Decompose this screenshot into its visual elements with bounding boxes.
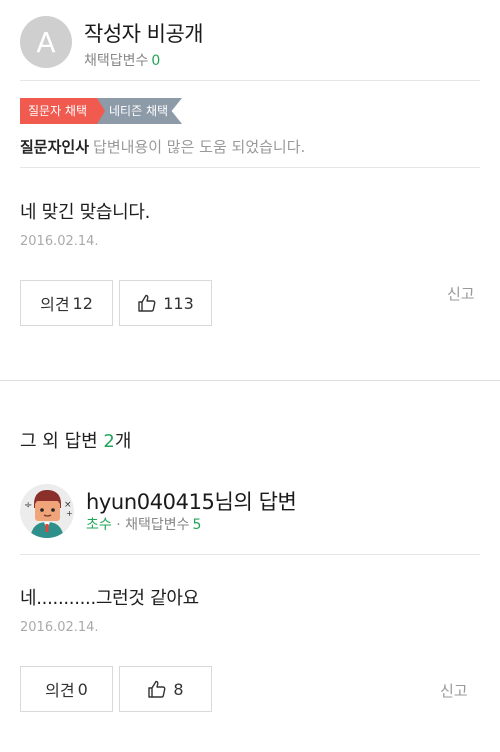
asker-choice-badge: 질문자 채택 <box>20 98 106 124</box>
report-link[interactable]: 신고 <box>447 283 475 304</box>
divider <box>20 554 480 555</box>
svg-text:÷: ÷ <box>24 500 32 511</box>
other-answers-suffix: 개 <box>114 431 132 452</box>
selected-answers-count: 0 <box>151 53 161 69</box>
meta-separator: · <box>116 517 121 533</box>
opinion-label: 의견 <box>40 295 70 314</box>
answer-body: 네 맞긴 맞습니다. <box>20 202 151 223</box>
user-character-icon: ÷ × + <box>20 484 74 538</box>
author-name[interactable]: hyun040415님의 답변 <box>86 486 297 516</box>
opinion-label: 의견 <box>45 681 75 700</box>
other-answers-title: 그 외 답변 2개 <box>20 427 131 453</box>
divider <box>20 167 480 168</box>
thanks-label: 질문자인사 <box>20 138 90 156</box>
selected-answers-count: 5 <box>192 517 202 533</box>
thumbs-up-icon <box>138 294 156 312</box>
other-answers-count: 2 <box>103 431 115 452</box>
adoption-badges: 질문자 채택 네티즌 채택 <box>20 98 183 124</box>
asker-thanks: 질문자인사 답변내용이 많은 도움 되었습니다. <box>20 136 305 157</box>
netizen-choice-badge: 네티즌 채택 <box>95 98 183 124</box>
opinion-count: 0 <box>77 679 88 699</box>
avatar: ÷ × + <box>20 484 74 538</box>
other-answers-label: 그 외 답변 <box>20 431 98 452</box>
author-name: 작성자 비공개 <box>84 22 204 46</box>
section-divider <box>0 380 500 381</box>
opinion-button[interactable]: 의견 0 <box>20 666 113 712</box>
report-link[interactable]: 신고 <box>440 680 468 701</box>
author-meta: 초수 · 채택답변수 5 <box>86 514 201 534</box>
like-count: 113 <box>163 293 194 313</box>
thumbs-up-icon <box>148 680 166 698</box>
like-button[interactable]: 113 <box>119 280 212 326</box>
avatar-letter-icon: A <box>36 26 55 59</box>
avatar: A <box>20 16 72 68</box>
like-count: 8 <box>173 679 184 699</box>
answer-date: 2016.02.14. <box>20 620 99 635</box>
opinion-button[interactable]: 의견 12 <box>20 280 113 326</box>
selected-answers-label: 채택답변수 <box>84 53 149 69</box>
author-meta: 채택답변수 0 <box>84 50 160 70</box>
selected-answers-label: 채택답변수 <box>125 517 190 533</box>
like-button[interactable]: 8 <box>119 666 212 712</box>
thanks-message: 답변내용이 많은 도움 되었습니다. <box>93 138 306 156</box>
svg-text:A: A <box>36 26 55 59</box>
answer-body: 네...........그런것 같아요 <box>20 588 199 609</box>
svg-text:+: + <box>66 509 73 518</box>
author-rank: 초수 <box>86 517 112 533</box>
opinion-count: 12 <box>72 293 93 313</box>
answer-date: 2016.02.14. <box>20 234 99 249</box>
divider <box>20 80 480 81</box>
